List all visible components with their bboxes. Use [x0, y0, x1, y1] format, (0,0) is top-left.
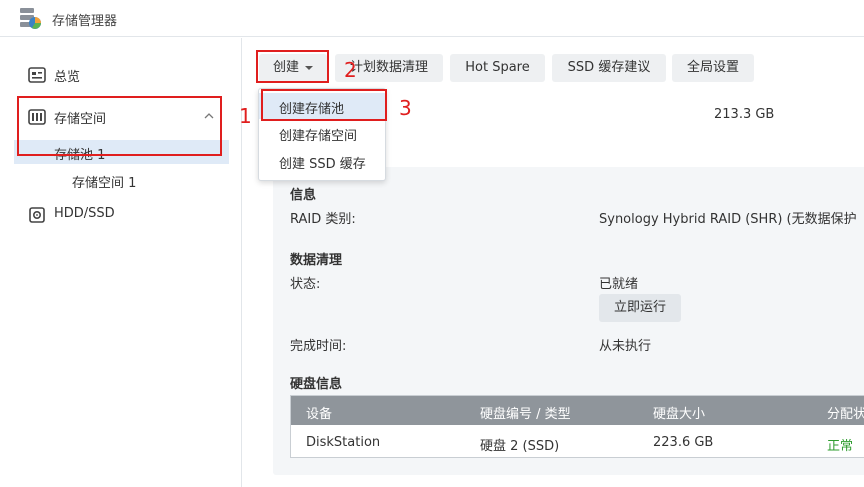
- scrubbing-status-value: 已就绪: [599, 277, 639, 292]
- sidebar-item-label: HDD/SSD: [54, 206, 115, 221]
- menu-item-label: 创建 SSD 缓存: [279, 157, 366, 172]
- finish-time-label: 完成时间:: [290, 339, 347, 354]
- scrubbing-status-label: 状态:: [290, 277, 321, 292]
- create-button-label: 创建: [272, 60, 299, 75]
- window-title: 存储管理器: [52, 14, 118, 29]
- sidebar-item-hdd-ssd[interactable]: HDD/SSD: [0, 199, 242, 231]
- menu-item-label: 创建存储空间: [279, 129, 358, 144]
- menu-item-create-ssd-cache[interactable]: 创建 SSD 缓存: [259, 148, 385, 174]
- overview-icon: [28, 67, 46, 83]
- sidebar-item-volume-1[interactable]: 存储空间 1: [14, 168, 229, 192]
- create-dropdown-menu: 创建存储池 创建存储空间 创建 SSD 缓存: [258, 88, 386, 181]
- sidebar-item-label: 存储池 1: [54, 148, 106, 163]
- sidebar-item-overview[interactable]: 总览: [0, 59, 242, 91]
- cell-disk-size: 223.6 GB: [653, 435, 714, 450]
- scrubbing-heading: 数据清理: [290, 253, 343, 268]
- sidebar-item-storage[interactable]: 存储空间: [0, 101, 242, 133]
- menu-item-label: 创建存储池: [279, 102, 345, 117]
- annotation-number-2: 2: [344, 58, 357, 82]
- caret-down-icon: [305, 65, 313, 70]
- column-header-disk-type[interactable]: 硬盘编号 / 类型: [480, 403, 571, 422]
- global-settings-button[interactable]: 全局设置: [672, 54, 754, 82]
- pool-size: 213.3 GB: [714, 107, 775, 122]
- ssd-cache-advice-button[interactable]: SSD 缓存建议: [552, 54, 666, 82]
- raid-label: RAID 类别:: [290, 212, 356, 227]
- sidebar-item-label: 存储空间: [54, 112, 107, 127]
- disk-info-heading: 硬盘信息: [290, 377, 343, 392]
- annotation-number-3: 3: [399, 96, 412, 120]
- storage-icon: [28, 109, 46, 125]
- cell-device: DiskStation: [306, 435, 381, 450]
- cell-status: 正常: [827, 439, 854, 454]
- cell-disk-type: 硬盘 2 (SSD): [480, 439, 560, 454]
- annotation-number-1: 1: [239, 104, 252, 128]
- sidebar-item-label: 总览: [54, 70, 81, 85]
- column-header-allocation-status[interactable]: 分配状: [827, 403, 864, 422]
- raid-value: Synology Hybrid RAID (SHR) (无数据保护: [599, 212, 857, 227]
- disk-icon: [29, 207, 45, 223]
- column-header-disk-size[interactable]: 硬盘大小: [653, 403, 705, 422]
- storage-manager-icon: [20, 8, 41, 29]
- finish-time-value: 从未执行: [599, 339, 652, 354]
- sidebar: 总览 存储空间 存储池 1 存储空间 1 HDD/SSD: [0, 38, 242, 487]
- column-header-device[interactable]: 设备: [306, 403, 332, 422]
- table-header: 设备 硬盘编号 / 类型 硬盘大小 分配状: [291, 396, 864, 425]
- sidebar-item-label: 存储空间 1: [72, 176, 137, 191]
- sidebar-item-storage-pool-1[interactable]: 存储池 1: [14, 140, 229, 164]
- create-button[interactable]: 创建: [259, 54, 327, 82]
- menu-item-create-volume[interactable]: 创建存储空间: [259, 120, 385, 146]
- info-heading: 信息: [290, 188, 317, 203]
- run-now-button[interactable]: 立即运行: [599, 294, 681, 322]
- title-bar: 存储管理器: [0, 0, 864, 37]
- disk-table: 设备 硬盘编号 / 类型 硬盘大小 分配状 DiskStation 硬盘 2 (…: [290, 395, 864, 458]
- menu-item-create-storage-pool[interactable]: 创建存储池: [259, 93, 385, 119]
- chevron-up-icon[interactable]: [202, 109, 216, 123]
- hot-spare-button[interactable]: Hot Spare: [450, 54, 545, 82]
